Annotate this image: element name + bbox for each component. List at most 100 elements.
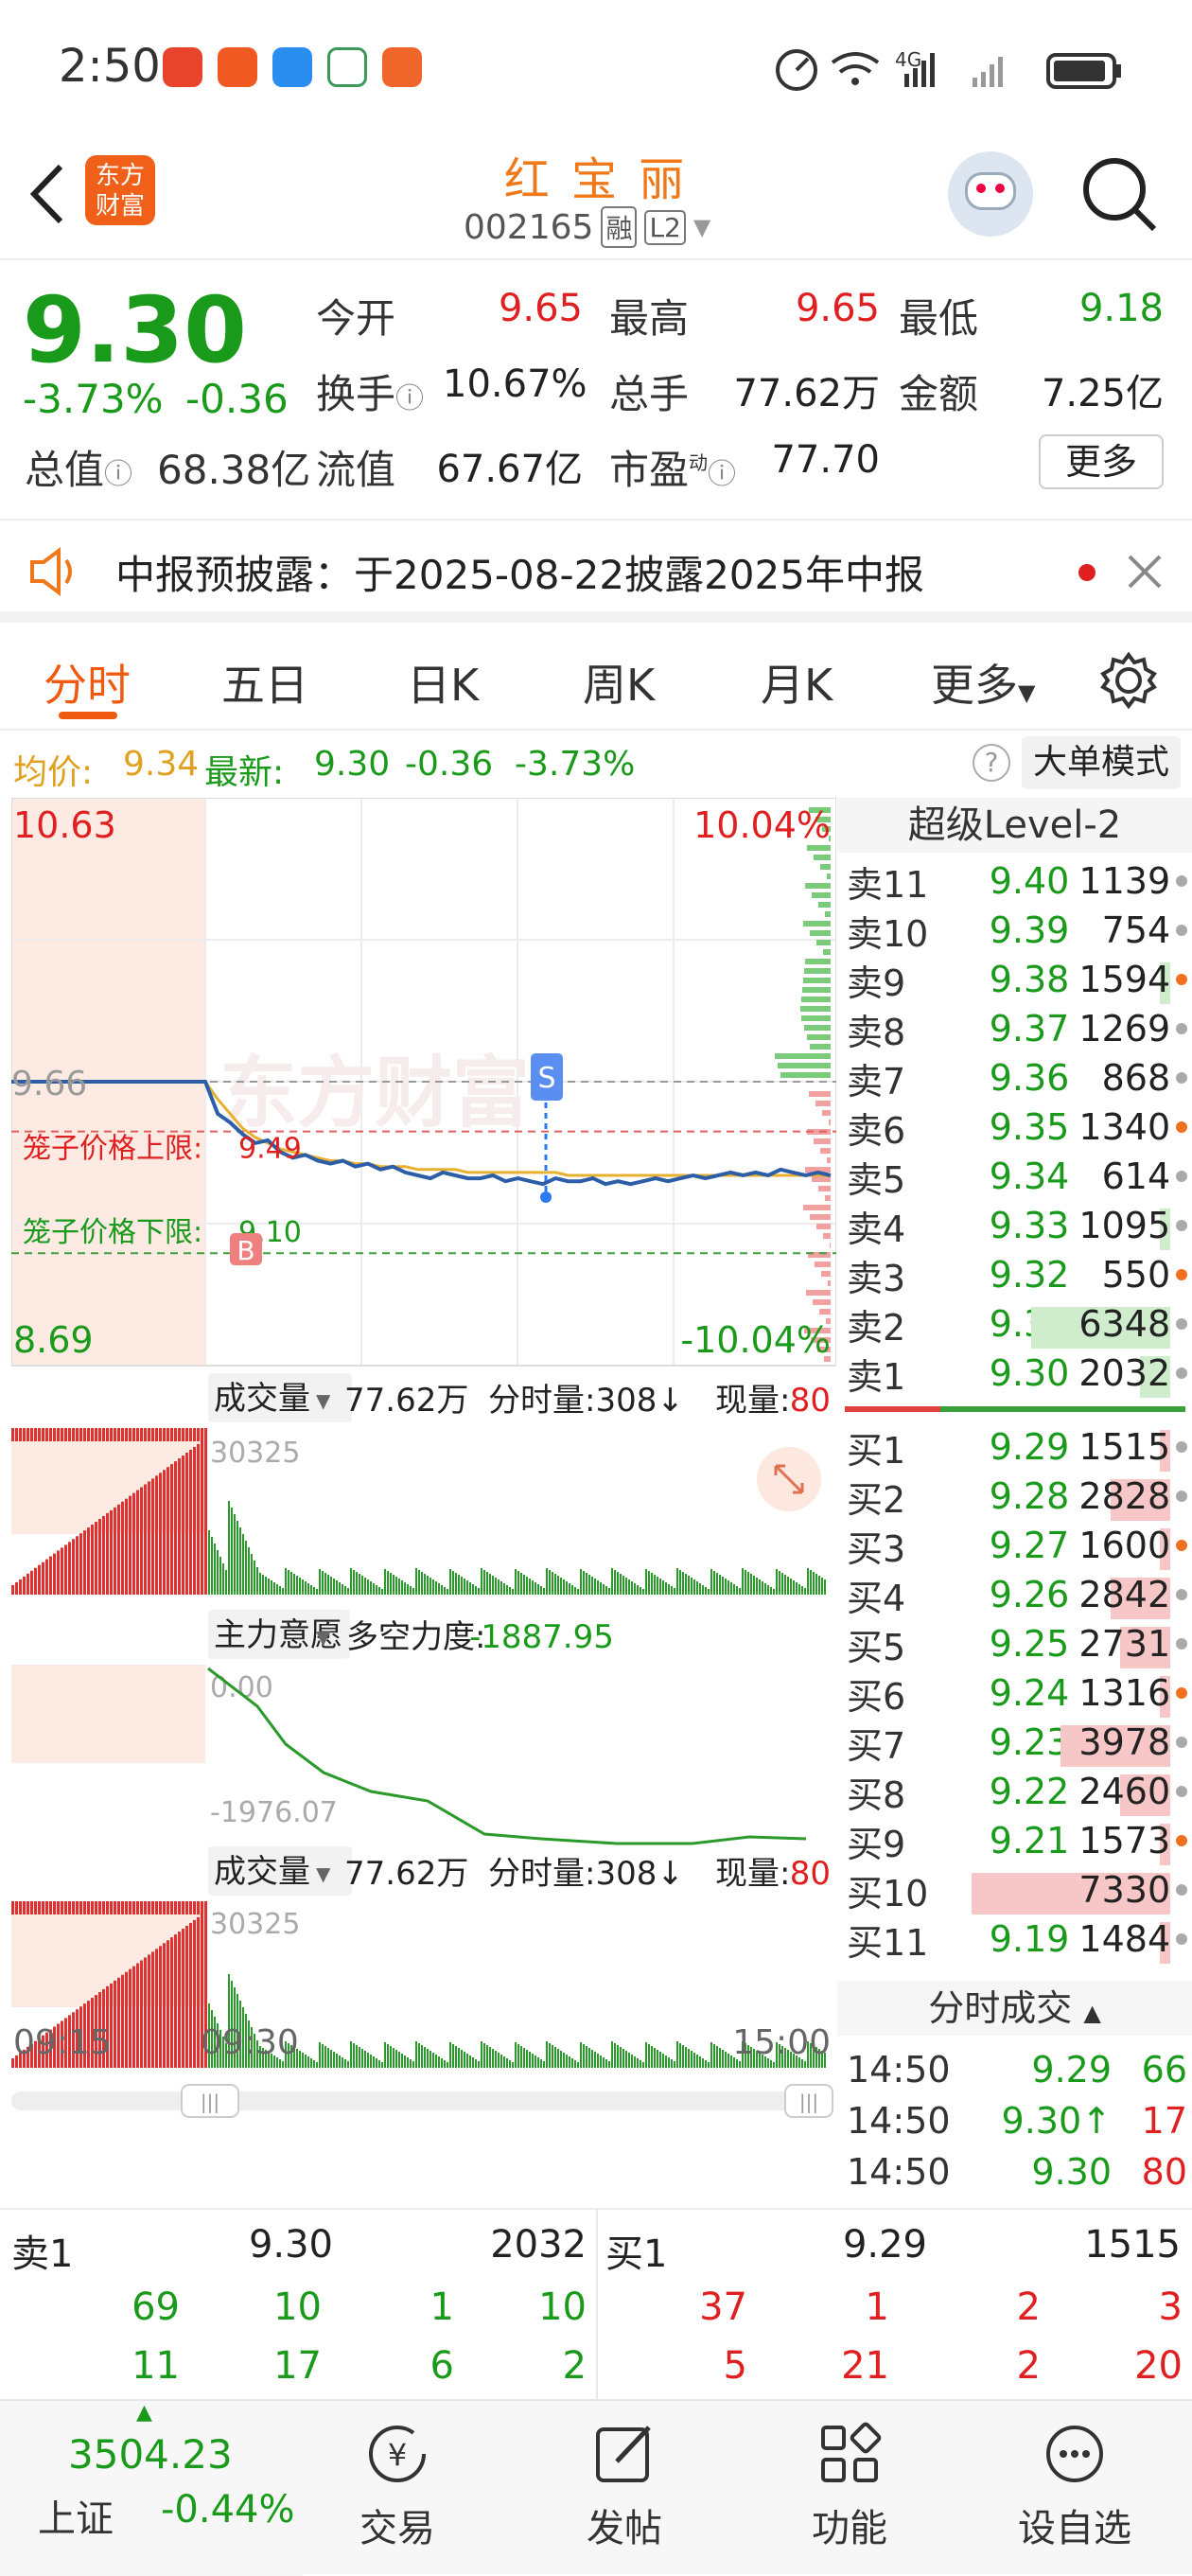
ask-row[interactable]: 卖5 9.34 614 [847,1152,1187,1201]
index-ticker[interactable]: ▲ 3504.23 上证 -0.44% [0,2401,303,2576]
gear-icon[interactable] [1099,651,1158,710]
status-dot [1176,1884,1187,1896]
volume-profile-bar [812,1176,831,1182]
more-button[interactable]: 更多 [1039,434,1164,489]
ask-row[interactable]: 卖1 9.30 2032 [847,1349,1187,1398]
ask-row[interactable]: 卖7 9.36 868 [847,1053,1187,1103]
robot-assistant-icon[interactable] [948,151,1033,237]
volume-profile-bar [801,997,831,1002]
ask-row[interactable]: 卖11 9.40 1139 [847,856,1187,906]
bid-row[interactable]: 买8 9.22 2460 [847,1767,1187,1816]
volume-bar [290,1572,292,1595]
bid-row[interactable]: 买4 9.26 2842 [847,1570,1187,1619]
stat-label: 流值 [316,447,396,493]
tab-weekly-k[interactable]: 周K [583,651,655,714]
sell-queue-cell: 10 [273,2285,322,2329]
volume-bar [662,1580,664,1595]
nav-post[interactable]: 发帖 [549,2420,700,2552]
ask-row[interactable]: 卖2 9.31 6348 [847,1299,1187,1349]
volume-bar [144,1428,147,1441]
level-volume: 868 [1101,1057,1171,1099]
volume-bar [580,2042,582,2068]
volume-bar [313,1587,315,1595]
volume-bar [492,2049,494,2068]
tab-daily-k[interactable]: 日K [407,651,479,714]
bid-row[interactable]: 买6 9.24 1316 [847,1668,1187,1718]
bid-row[interactable]: 买5 9.25 2731 [847,1619,1187,1668]
volume-bar [404,2056,406,2068]
volume-bar [163,1470,166,1595]
bid-row[interactable]: 买11 9.19 1484 [847,1914,1187,1964]
level-price: 9.22 [989,1771,1070,1812]
ticks-title[interactable]: 分时成交 ▲ [837,1981,1192,2036]
chevron-down-icon[interactable]: ▼ [693,214,710,240]
ask-row[interactable]: 卖10 9.39 754 [847,906,1187,955]
volume-bar [591,1577,593,1595]
volume-bar [302,1579,304,1595]
volume-max-label: 30325 [210,1908,300,1941]
bid-row[interactable]: 买9 9.21 1573 [847,1816,1187,1865]
tab-five-day[interactable]: 五日 [221,651,308,714]
volume-bar [347,2061,349,2068]
volume-bar [455,1573,457,1595]
volume-bar [608,2061,610,2068]
bid-row[interactable]: 买1 9.29 1515 [847,1422,1187,1472]
volume-profile-bar [825,911,831,917]
volume-bar [461,1577,463,1595]
volume-bar [481,1568,482,1595]
volume-bar [15,1428,18,1441]
bid-row[interactable]: 买109.207330 [847,1865,1187,1914]
ask-row[interactable]: 卖4 9.33 1095 [847,1201,1187,1250]
bid-row[interactable]: 买2 9.28 2828 [847,1472,1187,1521]
tab-monthly-k[interactable]: 月K [761,651,833,714]
big-order-mode-button[interactable]: 大单模式 [1022,736,1181,789]
tick-row: 14:50 9.30 80 [847,2147,1187,2197]
volume-profile-bar [775,1053,831,1059]
volume-bar [787,1577,789,1595]
nav-trade[interactable]: ¥ 交易 [322,2420,473,2552]
nav-functions[interactable]: 功能 [774,2420,925,2552]
volume-bar [427,1576,429,1595]
volume-bar [495,2051,497,2068]
volume-bar [285,1568,287,1595]
tab-intraday[interactable]: 分时 [44,651,131,714]
ask-row[interactable]: 卖6 9.35 1340 [847,1103,1187,1152]
volume-bar [72,1539,75,1595]
ask-row[interactable]: 卖8 9.37 1269 [847,1004,1187,1053]
volume-bar [193,1446,196,1595]
nav-watchlist[interactable]: 设自选 [999,2420,1150,2552]
chart-info-bar: 均价: 9.34 最新: 9.30 -0.36 -3.73% [0,733,833,794]
search-icon[interactable] [1078,153,1160,235]
bid-row[interactable]: 买7 9.23 3978 [847,1718,1187,1767]
notice-text: 中报预披露：于2025-08-22披露2025年中报 [115,552,924,598]
help-icon[interactable]: ? [973,744,1010,782]
close-icon[interactable] [1126,553,1164,591]
volume-bar [515,2042,517,2068]
stat-label: 最低 [899,295,979,342]
volume-bar [702,1585,704,1595]
ask-row[interactable]: 卖9 9.38 1594 [847,955,1187,1004]
volume-bar [447,1589,448,1595]
volume-bar [532,2054,534,2068]
minute-volume-label: 分时量:308↓ [488,1382,684,1420]
volume-bar [662,2054,664,2068]
notice-bar[interactable]: 中报预披露：于2025-08-22披露2025年中报 [0,519,1192,623]
sell-queue-cell: 10 [538,2285,587,2329]
level-volume: 1095 [1069,1205,1171,1250]
volume-bar [310,2058,312,2068]
volume-bar [79,1901,82,1914]
volume-bar [807,1568,809,1595]
intraday-chart[interactable]: 东方财富 10.63 8.69 10.04% -10.04% 9.66 笼子价格… [10,797,837,2161]
volume-bar [517,2044,519,2068]
volume-bar [702,2058,704,2068]
bottom-nav: ▲ 3504.23 上证 -0.44% ¥ 交易 发帖 功能 设自选 [0,2399,1192,2576]
level-volume: 550 [1101,1254,1171,1296]
tab-more[interactable]: 更多▼ [931,651,1035,714]
volume-bar [98,1518,101,1595]
ask-row[interactable]: 卖3 9.32 550 [847,1250,1187,1299]
bid-row[interactable]: 买3 9.27 1600 [847,1521,1187,1570]
volume-bar [333,1579,335,1595]
chart-scrollbar[interactable] [11,2091,831,2110]
back-icon[interactable] [23,161,70,227]
volume-bar [319,2042,321,2068]
